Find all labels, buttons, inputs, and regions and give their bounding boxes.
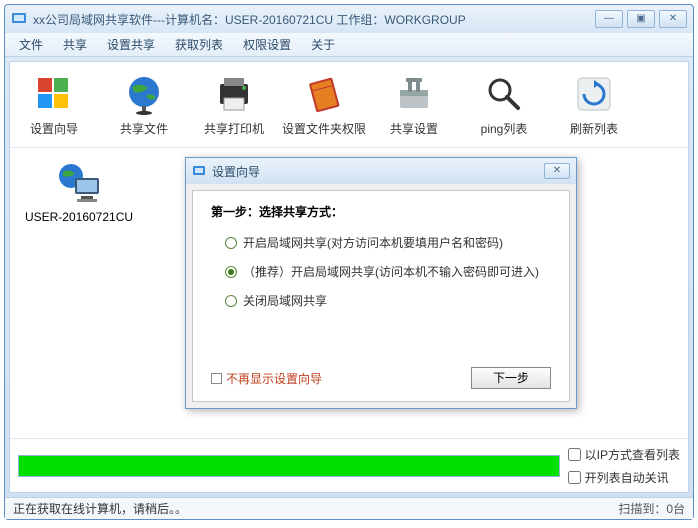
dialog-footer: 不再显示设置向导 下一步	[211, 357, 551, 389]
book-icon	[302, 72, 346, 116]
tool-label: ping列表	[481, 120, 528, 137]
statusbar: 正在获取在线计算机，请稍后。。 扫描到：0台	[5, 497, 693, 519]
dialog-title: 设置向导	[212, 163, 544, 180]
check-auto-close[interactable]: 开列表自动关讯	[568, 469, 680, 486]
progress-bar	[18, 455, 560, 477]
toolbar: 设置向导 共享文件 共享打印机 设置文件夹权限	[10, 62, 688, 148]
tool-label: 设置文件夹权限	[282, 120, 366, 137]
computer-name: USER-20160721CU	[25, 210, 133, 224]
menu-get-list[interactable]: 获取列表	[165, 33, 233, 56]
radio-icon	[225, 237, 237, 249]
menu-permission[interactable]: 权限设置	[233, 33, 301, 56]
checkbox-label: 开列表自动关讯	[585, 469, 669, 486]
radio-option-2[interactable]: （推荐）开启局域网共享(访问本机不输入密码即可进入)	[225, 263, 551, 280]
status-left: 正在获取在线计算机，请稍后。。	[13, 500, 187, 517]
close-button[interactable]: ✕	[659, 10, 687, 28]
tool-setup-wizard[interactable]: 设置向导	[18, 72, 90, 137]
dialog-icon	[192, 164, 206, 178]
tool-label: 共享打印机	[204, 120, 264, 137]
tool-label: 设置向导	[30, 120, 78, 137]
window-title: xx公司局域网共享软件---计算机名：USER-20160721CU 工作组：W…	[33, 11, 595, 28]
setup-wizard-dialog: 设置向导 ✕ 第一步：选择共享方式： 开启局域网共享(对方访问本机要填用户名和密…	[185, 157, 577, 409]
radio-label: （推荐）开启局域网共享(访问本机不输入密码即可进入)	[243, 263, 539, 280]
next-button[interactable]: 下一步	[471, 367, 551, 389]
checkbox-icon[interactable]	[568, 448, 581, 461]
tool-share-files[interactable]: 共享文件	[108, 72, 180, 137]
menubar: 文件 共享 设置共享 获取列表 权限设置 关于	[5, 33, 693, 57]
menu-set-share[interactable]: 设置共享	[97, 33, 165, 56]
dialog-titlebar: 设置向导 ✕	[186, 158, 576, 184]
magnifier-icon	[482, 72, 526, 116]
checkbox-label: 不再显示设置向导	[226, 370, 322, 387]
menu-file[interactable]: 文件	[9, 33, 53, 56]
window-controls: — ▣ ✕	[595, 10, 687, 28]
globe-icon	[122, 72, 166, 116]
tool-label: 共享设置	[390, 120, 438, 137]
app-icon	[11, 11, 27, 27]
check-ip-view[interactable]: 以IP方式查看列表	[568, 446, 680, 463]
menu-share[interactable]: 共享	[53, 33, 97, 56]
radio-icon	[225, 295, 237, 307]
checkbox-icon	[211, 373, 222, 384]
checkbox-icon[interactable]	[568, 471, 581, 484]
titlebar: xx公司局域网共享软件---计算机名：USER-20160721CU 工作组：W…	[5, 5, 693, 33]
windows-flag-icon	[32, 72, 76, 116]
maximize-button[interactable]: ▣	[627, 10, 655, 28]
no-show-checkbox[interactable]: 不再显示设置向导	[211, 370, 322, 387]
dialog-body: 第一步：选择共享方式： 开启局域网共享(对方访问本机要填用户名和密码) （推荐）…	[192, 190, 570, 402]
computer-item[interactable]: USER-20160721CU	[24, 162, 134, 224]
tool-ping-list[interactable]: ping列表	[468, 72, 540, 137]
tool-label: 共享文件	[120, 120, 168, 137]
step-heading: 第一步：选择共享方式：	[211, 203, 551, 220]
radio-option-3[interactable]: 关闭局域网共享	[225, 292, 551, 309]
menu-about[interactable]: 关于	[301, 33, 345, 56]
tool-folder-permission[interactable]: 设置文件夹权限	[288, 72, 360, 137]
toolbox-icon	[392, 72, 436, 116]
radio-label: 关闭局域网共享	[243, 292, 327, 309]
computer-globe-icon	[55, 162, 103, 206]
share-mode-radio-group: 开启局域网共享(对方访问本机要填用户名和密码) （推荐）开启局域网共享(访问本机…	[225, 234, 551, 309]
dialog-close-button[interactable]: ✕	[544, 163, 570, 179]
tool-share-settings[interactable]: 共享设置	[378, 72, 450, 137]
tool-label: 刷新列表	[570, 120, 618, 137]
bottom-bar: 以IP方式查看列表 开列表自动关讯	[10, 438, 688, 492]
printer-icon	[212, 72, 256, 116]
radio-option-1[interactable]: 开启局域网共享(对方访问本机要填用户名和密码)	[225, 234, 551, 251]
bottom-options: 以IP方式查看列表 开列表自动关讯	[568, 446, 680, 486]
refresh-icon	[572, 72, 616, 116]
tool-refresh-list[interactable]: 刷新列表	[558, 72, 630, 137]
checkbox-label: 以IP方式查看列表	[585, 446, 680, 463]
radio-label: 开启局域网共享(对方访问本机要填用户名和密码)	[243, 234, 503, 251]
tool-share-printer[interactable]: 共享打印机	[198, 72, 270, 137]
radio-icon	[225, 266, 237, 278]
minimize-button[interactable]: —	[595, 10, 623, 28]
status-right: 扫描到：0台	[618, 500, 685, 517]
